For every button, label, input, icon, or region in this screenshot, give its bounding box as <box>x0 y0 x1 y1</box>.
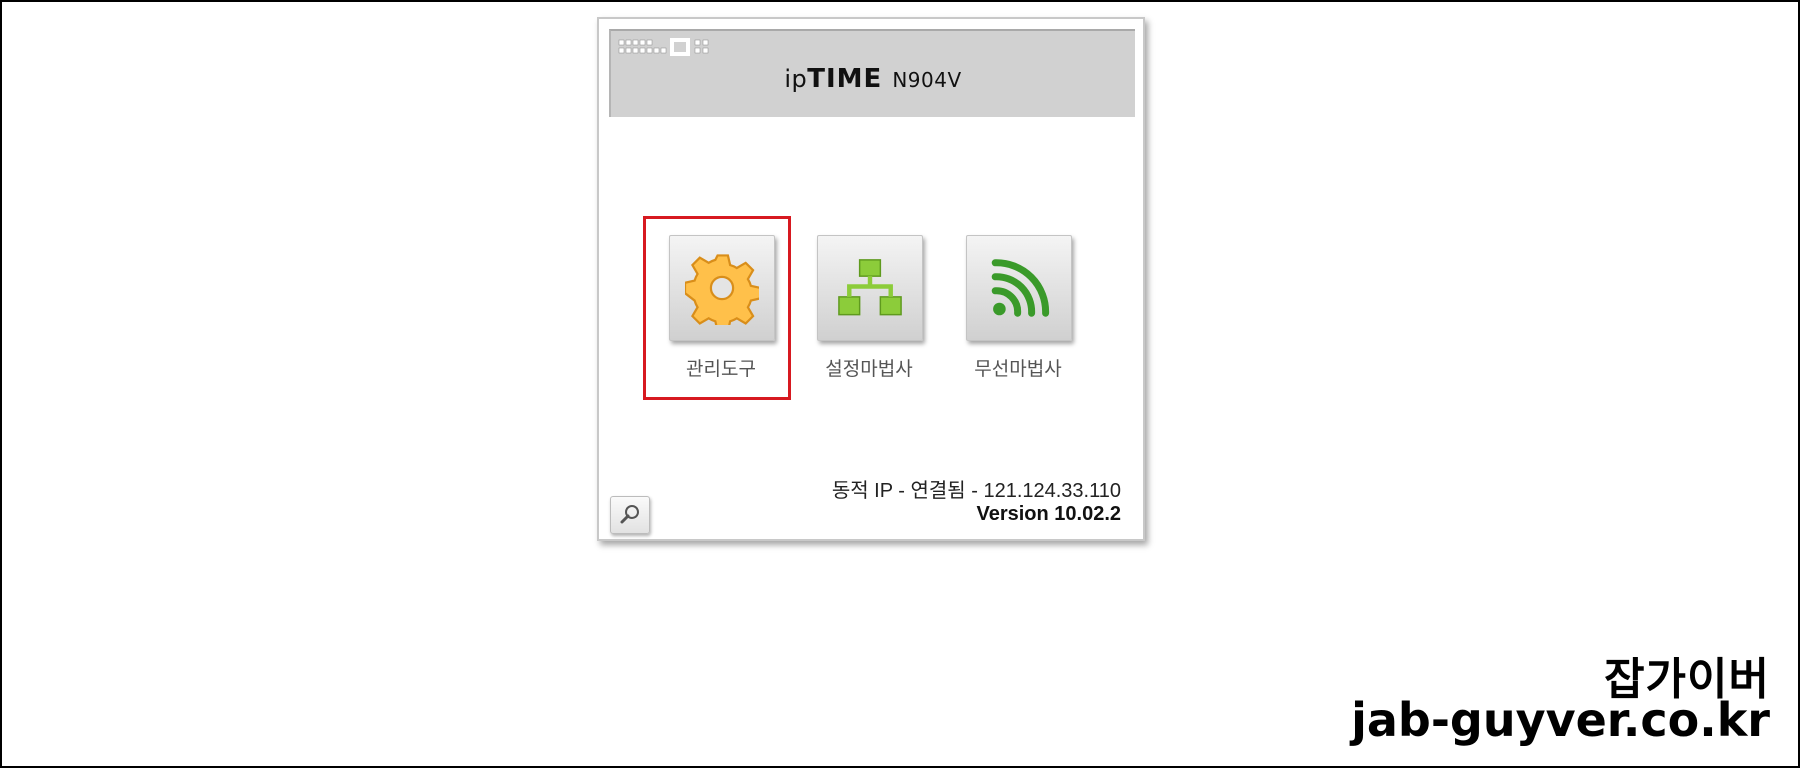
connection-status: 동적 IP - 연결됨 - 121.124.33.110 <box>831 480 1121 502</box>
iptime-logo-icon <box>618 38 709 56</box>
search-icon <box>620 505 639 524</box>
router-logo: ipTIME N904V <box>611 64 1135 94</box>
brand-prefix: ip <box>784 65 808 93</box>
wireless-wizard-label[interactable]: 무선마법사 <box>943 354 1093 381</box>
highlight-box <box>643 216 791 400</box>
router-model: N904V <box>892 68 962 92</box>
network-tree-icon <box>838 259 902 316</box>
setup-wizard-label[interactable]: 설정마법사 <box>794 354 944 381</box>
firmware-version: Version 10.02.2 <box>976 503 1121 525</box>
wifi-icon <box>991 259 1050 317</box>
setup-wizard-button[interactable] <box>817 235 923 341</box>
router-login-panel: ipTIME N904V 관리도구 설정마법사 무선마법사 동적 IP - 연결… <box>597 17 1145 541</box>
header-banner: ipTIME N904V <box>609 29 1135 117</box>
search-button[interactable] <box>610 496 650 534</box>
brand-name: TIME <box>807 64 883 94</box>
watermark-url: jab-guyver.co.kr <box>1351 693 1770 747</box>
wireless-wizard-button[interactable] <box>966 235 1072 341</box>
